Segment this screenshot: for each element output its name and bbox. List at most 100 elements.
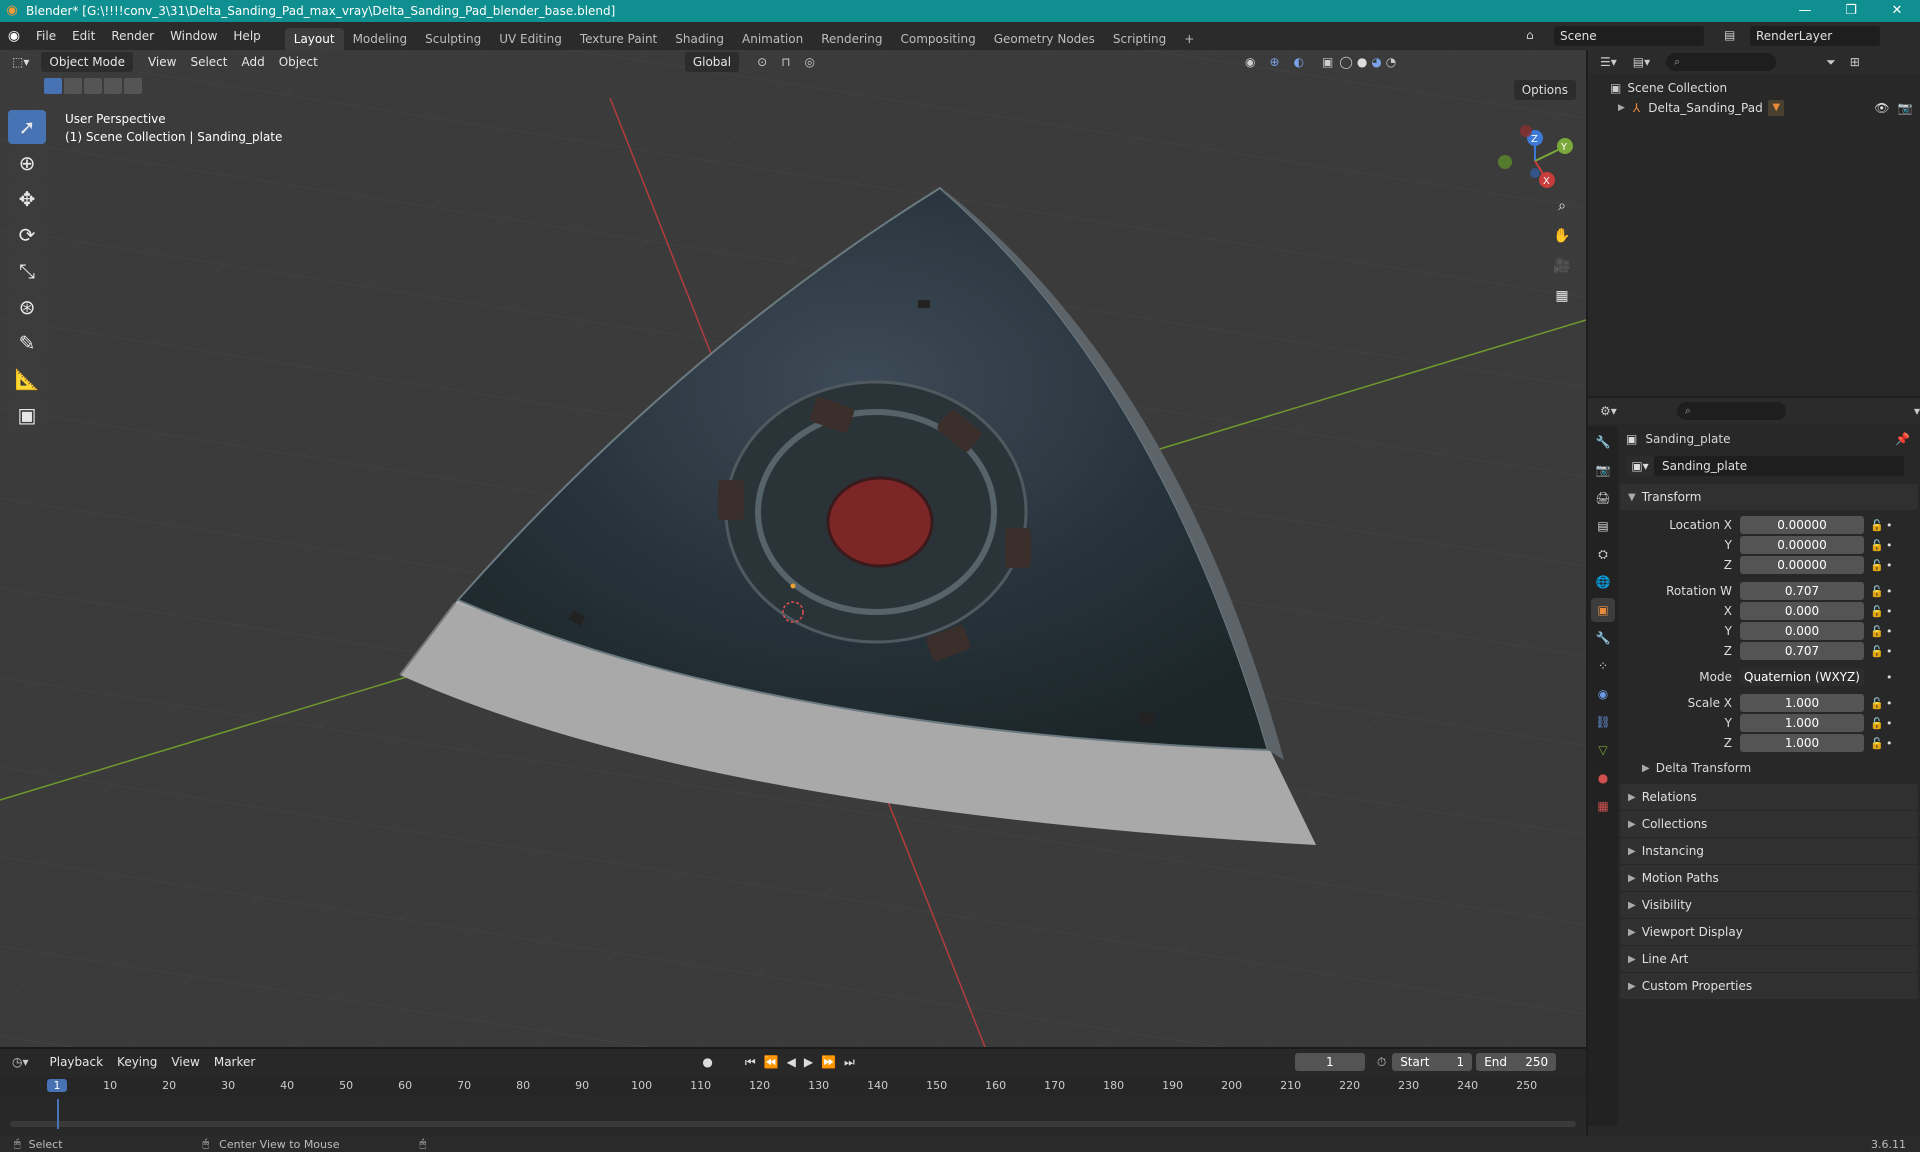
tab-scripting[interactable]: Scripting <box>1104 28 1175 50</box>
editor-type-icon[interactable]: ⬚▾ <box>12 55 29 69</box>
tab-sculpting[interactable]: Sculpting <box>416 28 490 50</box>
lock-icon[interactable]: 🔓 <box>1870 585 1886 598</box>
texture-tab-icon[interactable]: ▦ <box>1591 794 1615 818</box>
shading-material-icon[interactable]: ◕ <box>1371 55 1381 69</box>
move-tool[interactable]: ✥ <box>8 182 46 216</box>
material-tab-icon[interactable]: ● <box>1591 766 1615 790</box>
object-data-icon[interactable]: ▼ <box>1768 100 1785 116</box>
camera-view-icon[interactable]: 🎥 <box>1548 252 1576 280</box>
scene-tab-icon[interactable]: ⛭ <box>1591 542 1615 566</box>
zoom-icon[interactable]: ⌕ <box>1548 192 1576 220</box>
select-new-icon[interactable] <box>44 78 62 94</box>
lock-icon[interactable]: 🔓 <box>1870 519 1886 532</box>
panel-instancing[interactable]: ▶ Instancing <box>1620 838 1918 864</box>
viewport-menu-view[interactable]: View <box>141 50 183 74</box>
outliner-item-delta-sanding-pad[interactable]: ▶ ⅄ Delta_Sanding_Pad ▼ 👁 📷 <box>1588 98 1920 118</box>
lock-icon[interactable]: 🔓 <box>1870 539 1886 552</box>
particles-tab-icon[interactable]: ⁘ <box>1591 654 1615 678</box>
timeline-view-menu[interactable]: View <box>164 1050 206 1074</box>
transform-orientation-dropdown[interactable]: Global <box>684 52 740 72</box>
close-button[interactable]: ✕ <box>1874 0 1920 22</box>
playhead[interactable] <box>57 1099 59 1129</box>
world-tab-icon[interactable]: 🌐 <box>1591 570 1615 594</box>
cursor-tool[interactable]: ⊕ <box>8 146 46 180</box>
proportional-edit-icon[interactable]: ◎ <box>805 55 815 69</box>
scale-z-field[interactable]: 1.000 <box>1740 734 1864 752</box>
frame-ruler[interactable]: 1 10 20 30 40 50 60 70 80 90 100 110 120 130 140 150 160… <box>0 1077 1586 1097</box>
ortho-grid-icon[interactable]: ▦ <box>1548 282 1576 310</box>
overlay-toggle-icon[interactable]: ◐ <box>1294 55 1304 69</box>
display-mode-icon[interactable]: ▤▾ <box>1633 55 1650 69</box>
next-keyframe-icon[interactable]: ⏩ <box>821 1055 836 1069</box>
properties-options-icon[interactable]: ▾ <box>1914 404 1920 418</box>
record-icon[interactable]: ● <box>702 1055 712 1069</box>
rotation-x-field[interactable]: 0.000 <box>1740 602 1864 620</box>
tab-rendering[interactable]: Rendering <box>812 28 891 50</box>
keyframe-dot-icon[interactable]: • <box>1886 625 1896 638</box>
new-collection-icon[interactable]: ⊞ <box>1850 55 1860 69</box>
data-tab-icon[interactable]: ▽ <box>1591 738 1615 762</box>
jump-start-icon[interactable]: ⏮ <box>745 1055 756 1070</box>
measure-tool[interactable]: 📐 <box>8 362 46 396</box>
select-intersect-icon[interactable] <box>124 78 142 94</box>
rotation-y-field[interactable]: 0.000 <box>1740 622 1864 640</box>
add-cube-tool[interactable]: ▣ <box>8 398 46 432</box>
blender-menu-icon[interactable]: ◉ <box>0 28 28 44</box>
lock-icon[interactable]: 🔓 <box>1870 737 1886 750</box>
rotation-mode-dropdown[interactable]: Quaternion (WXYZ) <box>1740 668 1864 686</box>
properties-editor-icon[interactable]: ⚙▾ <box>1600 404 1617 418</box>
select-subtract-icon[interactable] <box>84 78 102 94</box>
location-z-field[interactable]: 0.00000 <box>1740 556 1864 574</box>
filter-icon[interactable]: ⏷ <box>1826 55 1836 70</box>
scene-selector[interactable]: Scene <box>1554 26 1704 46</box>
panel-line-art[interactable]: ▶ Line Art <box>1620 946 1918 972</box>
keyframe-dot-icon[interactable]: • <box>1886 645 1896 658</box>
keyframe-dot-icon[interactable]: • <box>1886 717 1896 730</box>
lock-icon[interactable]: 🔓 <box>1870 559 1886 572</box>
select-extend-icon[interactable] <box>64 78 82 94</box>
viewport-menu-select[interactable]: Select <box>183 50 234 74</box>
pan-hand-icon[interactable]: ✋ <box>1548 222 1576 250</box>
keyframe-dot-icon[interactable]: • <box>1886 539 1896 552</box>
viewport-menu-add[interactable]: Add <box>234 50 271 74</box>
panel-custom-properties[interactable]: ▶ Custom Properties <box>1620 973 1918 999</box>
location-y-field[interactable]: 0.00000 <box>1740 536 1864 554</box>
menu-file[interactable]: File <box>28 22 64 50</box>
snap-icon[interactable]: ⊓ <box>781 55 790 69</box>
lock-icon[interactable]: 🔓 <box>1870 605 1886 618</box>
keyframe-dot-icon[interactable]: • <box>1886 697 1896 710</box>
panel-visibility[interactable]: ▶ Visibility <box>1620 892 1918 918</box>
eye-visibility-icon[interactable]: 👁 <box>1874 101 1889 115</box>
shading-wireframe-icon[interactable]: ◯ <box>1339 55 1352 69</box>
outliner-search-input[interactable]: ⌕ <box>1666 53 1777 71</box>
tab-geometry-nodes[interactable]: Geometry Nodes <box>985 28 1104 50</box>
modifier-tab-icon[interactable]: 🔧 <box>1591 626 1615 650</box>
location-x-field[interactable]: 0.00000 <box>1740 516 1864 534</box>
select-invert-icon[interactable] <box>104 78 122 94</box>
current-frame-field[interactable]: 1 <box>1294 1053 1365 1071</box>
object-name-field[interactable]: Sanding_plate <box>1654 456 1904 476</box>
datablock-selector-icon[interactable]: ▣▾ <box>1626 456 1654 476</box>
tab-layout[interactable]: Layout <box>284 28 344 50</box>
panel-relations[interactable]: ▶ Relations <box>1620 784 1918 810</box>
visibility-icon[interactable]: ◉ <box>1245 55 1255 69</box>
3d-viewport[interactable]: ⬚▾ Object Mode View Select Add Object Gl… <box>0 50 1586 1047</box>
menu-window[interactable]: Window <box>162 22 225 50</box>
end-frame-field[interactable]: End 250 <box>1476 1053 1557 1071</box>
add-workspace-button[interactable]: + <box>1175 28 1203 50</box>
keying-menu[interactable]: Keying <box>110 1050 164 1074</box>
playback-menu[interactable]: Playback <box>43 1050 111 1074</box>
keyframe-dot-icon[interactable]: • <box>1886 519 1896 532</box>
pin-icon[interactable]: 📌 <box>1895 432 1910 446</box>
outliner-editor-icon[interactable]: ☰▾ <box>1600 55 1617 69</box>
select-box-tool[interactable]: ➚ <box>8 110 46 144</box>
tool-tab-icon[interactable]: 🔧 <box>1591 430 1615 454</box>
transform-panel-header[interactable]: ▼ Transform <box>1620 484 1918 510</box>
panel-viewport-display[interactable]: ▶ Viewport Display <box>1620 919 1918 945</box>
lock-icon[interactable]: 🔓 <box>1870 697 1886 710</box>
keyframe-dot-icon[interactable]: • <box>1886 605 1896 618</box>
menu-help[interactable]: Help <box>225 22 268 50</box>
play-reverse-icon[interactable]: ◀ <box>787 1055 796 1069</box>
menu-render[interactable]: Render <box>103 22 162 50</box>
shading-solid-icon[interactable]: ● <box>1357 55 1367 69</box>
